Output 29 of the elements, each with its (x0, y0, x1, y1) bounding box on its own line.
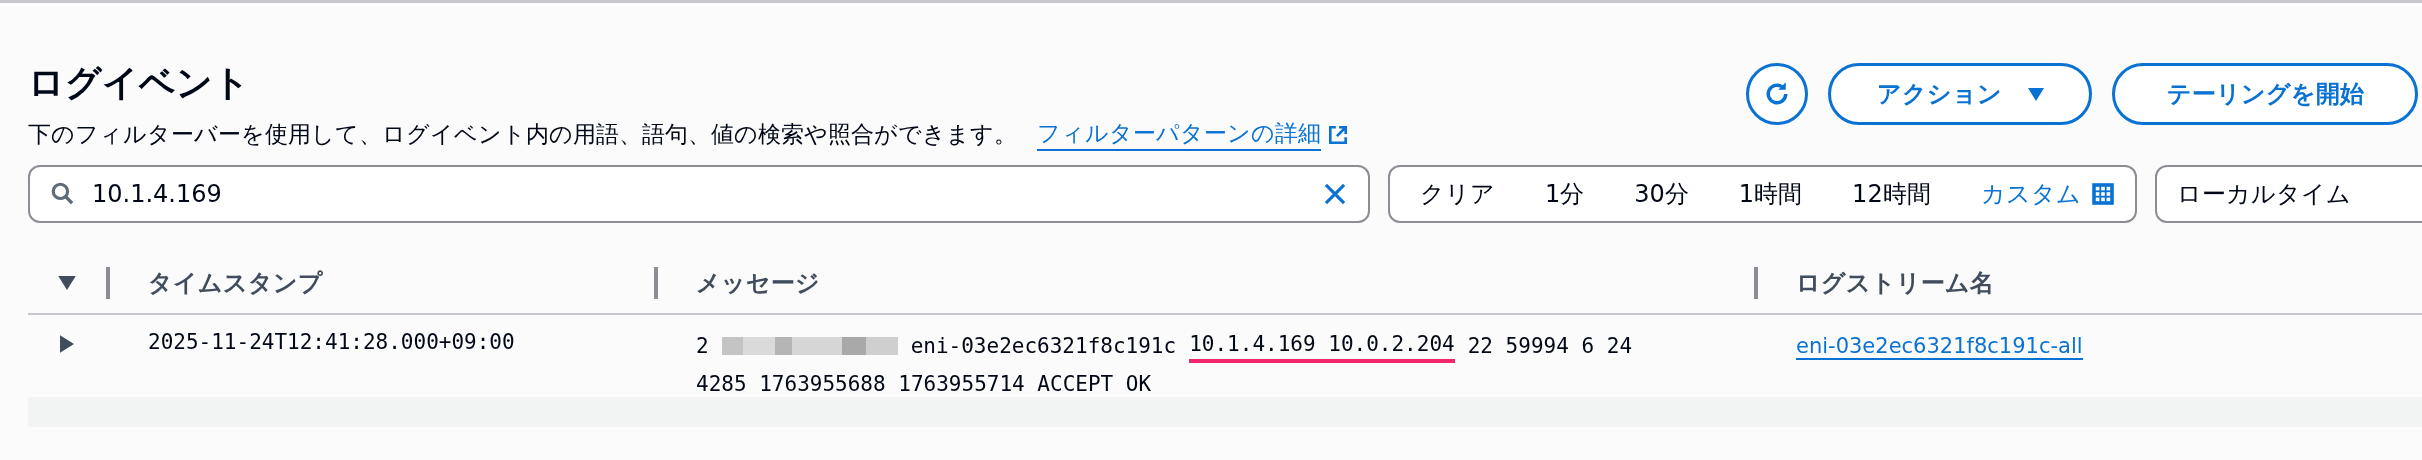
help-link[interactable]: フィルターパターンの詳細 (1037, 118, 1321, 152)
timezone-dropdown[interactable]: ローカルタイム (2154, 165, 2422, 224)
description-text: 下のフィルターバーを使用して、ログイベント内の用語、語句、値の検索や照合ができます。 (28, 120, 1017, 150)
time-range-option[interactable]: 1時間 (1738, 178, 1803, 211)
sort-caret-icon[interactable] (58, 276, 76, 291)
message-text: 22 59994 6 24 (1467, 333, 1633, 361)
message-text: eni-03e2ec6321f8c191c (910, 333, 1177, 361)
time-range-option[interactable]: クリア (1420, 178, 1495, 211)
search-field[interactable]: 10.1.4.169 (28, 165, 1370, 224)
timestamp-cell: 2025-11-24T12:41:28.000+09:00 (148, 330, 515, 355)
custom-range-option[interactable]: カスタム (1980, 178, 2081, 211)
time-range-option[interactable]: 30分 (1634, 178, 1689, 211)
expand-caret-icon[interactable] (60, 335, 74, 354)
time-range-option[interactable]: 12時間 (1852, 178, 1931, 211)
search-match-text: 10.1.4.169 10.0.2.204 (1189, 329, 1455, 364)
external-link-icon (1327, 123, 1349, 146)
log-stream-link[interactable]: eni-03e2ec6321f8c191c-all (1796, 334, 2083, 361)
message-text: 2 (696, 333, 709, 361)
start-tailing-button[interactable]: テーリングを開始 (2112, 63, 2418, 125)
column-header: メッセージ (696, 268, 820, 300)
caret-icon (2027, 87, 2044, 101)
actions-button[interactable]: アクション (1828, 63, 2092, 125)
search-input[interactable]: 10.1.4.169 (90, 179, 1308, 210)
time-range-option[interactable]: 1分 (1545, 178, 1585, 211)
column-header: ログストリーム名 (1796, 268, 1994, 300)
section-title: ログイベント (28, 61, 251, 105)
column-header: タイムスタンプ (148, 268, 323, 300)
calendar-icon[interactable] (2090, 182, 2115, 207)
message-text: 4285 1763955688 1763955714 ACCEPT OK (696, 371, 1152, 399)
